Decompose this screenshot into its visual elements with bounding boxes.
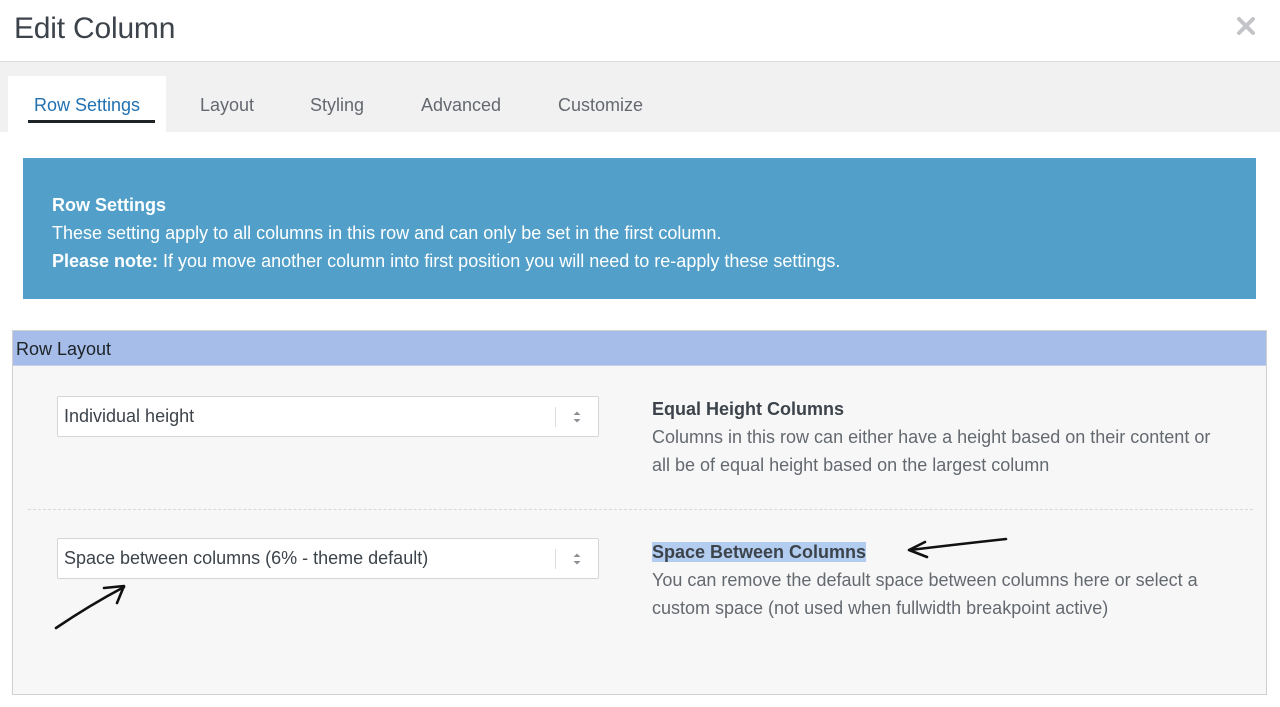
close-icon[interactable] bbox=[1234, 14, 1258, 38]
field-title: Space Between Columns bbox=[652, 538, 1212, 566]
notice-note: Please note: If you move another column … bbox=[52, 247, 1227, 275]
tab-advanced[interactable]: Advanced bbox=[395, 76, 527, 132]
highlighted-title: Space Between Columns bbox=[652, 542, 867, 562]
row-settings-notice: Row Settings These setting apply to all … bbox=[23, 158, 1256, 299]
column-spacing-description: Space Between Columns You can remove the… bbox=[652, 538, 1212, 622]
field-description: You can remove the default space between… bbox=[652, 570, 1198, 618]
dialog-title: Edit Column bbox=[14, 12, 176, 45]
column-spacing-select[interactable]: Space between columns (6% - theme defaul… bbox=[57, 538, 599, 579]
tab-bar: Row Settings Layout Styling Advanced Cus… bbox=[0, 62, 1280, 132]
field-description: Columns in this row can either have a he… bbox=[652, 427, 1211, 475]
select-arrows-icon bbox=[573, 411, 581, 423]
field-divider bbox=[28, 509, 1253, 510]
select-arrows-icon bbox=[573, 553, 581, 565]
tab-row-settings[interactable]: Row Settings bbox=[8, 76, 167, 132]
notice-heading: Row Settings bbox=[52, 195, 167, 215]
tab-layout[interactable]: Layout bbox=[174, 76, 280, 132]
select-value: Individual height bbox=[64, 406, 195, 426]
tab-styling[interactable]: Styling bbox=[284, 76, 390, 132]
select-separator bbox=[555, 549, 556, 569]
equal-height-select[interactable]: Individual height bbox=[57, 396, 599, 437]
dialog-header: Edit Column bbox=[0, 0, 1280, 62]
notice-line: These setting apply to all columns in th… bbox=[52, 223, 722, 243]
field-title: Equal Height Columns bbox=[652, 399, 845, 419]
notice-note-label: Please note: bbox=[52, 251, 159, 271]
panel-heading: Row Layout bbox=[13, 331, 1266, 366]
tab-customize[interactable]: Customize bbox=[532, 76, 669, 132]
row-layout-panel: Row Layout Individual height Equal Heigh… bbox=[12, 330, 1267, 695]
notice-note-text: If you move another column into first po… bbox=[158, 251, 841, 271]
equal-height-description: Equal Height Columns Columns in this row… bbox=[652, 395, 1212, 479]
select-value: Space between columns (6% - theme defaul… bbox=[64, 548, 429, 568]
select-separator bbox=[555, 407, 556, 427]
